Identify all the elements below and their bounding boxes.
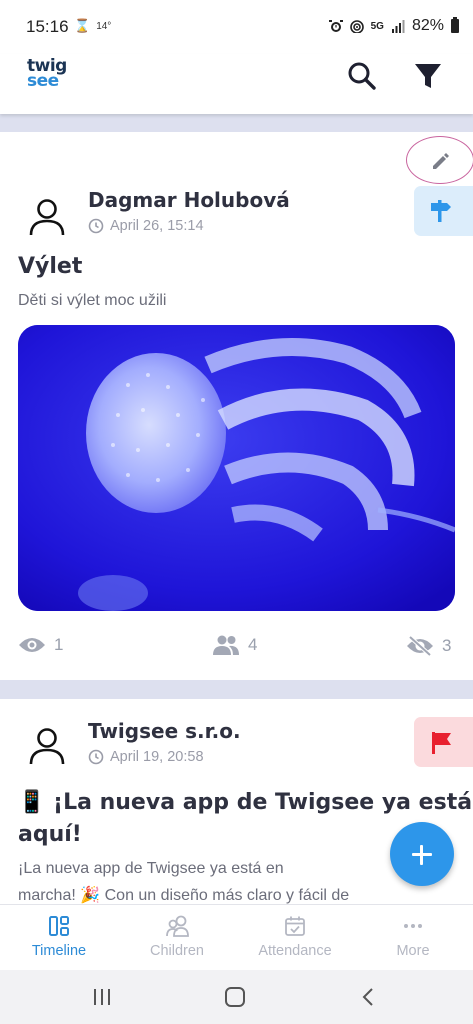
recent-apps-icon[interactable] [92,986,112,1008]
hourglass-icon: ⌛ [74,18,91,33]
search-button[interactable] [344,58,380,94]
back-icon[interactable] [358,986,378,1008]
post-photo[interactable] [18,325,455,611]
hotspot-icon [349,20,364,33]
avatar-icon [29,728,65,765]
edit-button[interactable] [406,136,473,184]
post-type-tag[interactable] [414,717,473,767]
nav-attendance[interactable]: Attendance [236,905,354,971]
search-icon [348,62,376,90]
system-navigation-bar [0,970,473,1024]
battery-icon [451,17,459,33]
twigsee-logo: twig see [27,56,67,91]
signpost-icon [431,200,451,222]
clock-icon [88,749,104,765]
bottom-navigation: Timeline Children Attendance More [0,904,473,970]
pencil-icon [433,153,449,169]
clock-icon [88,218,104,234]
post-body-line: ¡La nueva app de Twigsee ya está en [18,860,284,877]
filter-icon [415,64,441,88]
unseen-count: 3 [442,636,452,655]
post-date: April 19, 20:58 [110,749,204,765]
home-icon[interactable] [224,986,246,1008]
status-bar: 15:16 ⌛ 14° 5G 82% [0,0,473,54]
post-title-line: 📱 ¡La nueva app de Twigsee ya está [18,790,473,815]
more-dots-icon [404,924,422,928]
post-type-tag[interactable] [414,186,473,236]
alarm-icon [328,20,343,32]
signal-icon [391,20,405,33]
nav-children[interactable]: Children [118,905,236,971]
unseen-stat[interactable]: 3 [406,635,451,657]
status-temperature: 14° [96,20,112,32]
app-header: twig see [0,54,473,114]
jellyfish-image [18,325,455,611]
children-icon [166,915,189,937]
views-stat[interactable]: 1 [18,635,63,655]
nav-more[interactable]: More [354,905,472,971]
eye-icon [19,638,45,652]
post-author: Dagmar Holubová [88,188,290,212]
post-title: Výlet [18,254,83,279]
post-author: Twigsee s.r.o. [88,719,241,743]
status-time: 15:16 [26,17,69,36]
post-card[interactable]: Dagmar Holubová April 26, 15:14 Výlet Dě… [0,132,473,680]
timeline-feed[interactable]: Dagmar Holubová April 26, 15:14 Výlet Dě… [0,114,473,904]
avatar-icon [29,199,65,236]
add-post-button[interactable] [390,822,454,886]
battery-percent: 82% [411,17,444,34]
network-type: 5G [370,20,384,32]
post-date: April 26, 15:14 [110,218,204,234]
calendar-check-icon [285,916,305,936]
views-count: 1 [54,635,64,654]
recipients-count: 4 [248,635,258,654]
timeline-icon [49,916,69,936]
post-body: Děti si výlet moc užili [18,292,167,309]
flag-icon [432,732,451,754]
post-body-line: marcha! 🎉 Con un diseño más claro y fáci… [18,887,350,904]
nav-timeline[interactable]: Timeline [0,905,118,971]
group-icon [213,635,239,655]
filter-button[interactable] [410,58,446,94]
recipients-stat[interactable]: 4 [212,635,257,655]
eye-off-icon [407,635,433,657]
